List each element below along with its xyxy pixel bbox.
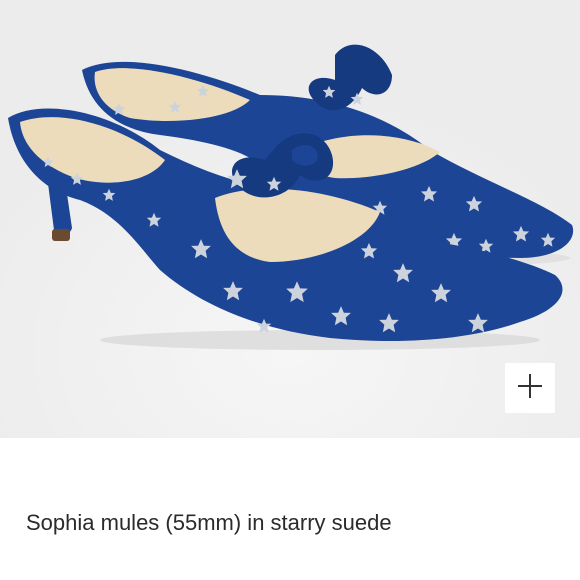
product-image[interactable] (0, 0, 580, 438)
plus-icon (516, 372, 544, 405)
zoom-button[interactable] (505, 363, 555, 413)
product-caption: Sophia mules (55mm) in starry suede (26, 510, 392, 535)
